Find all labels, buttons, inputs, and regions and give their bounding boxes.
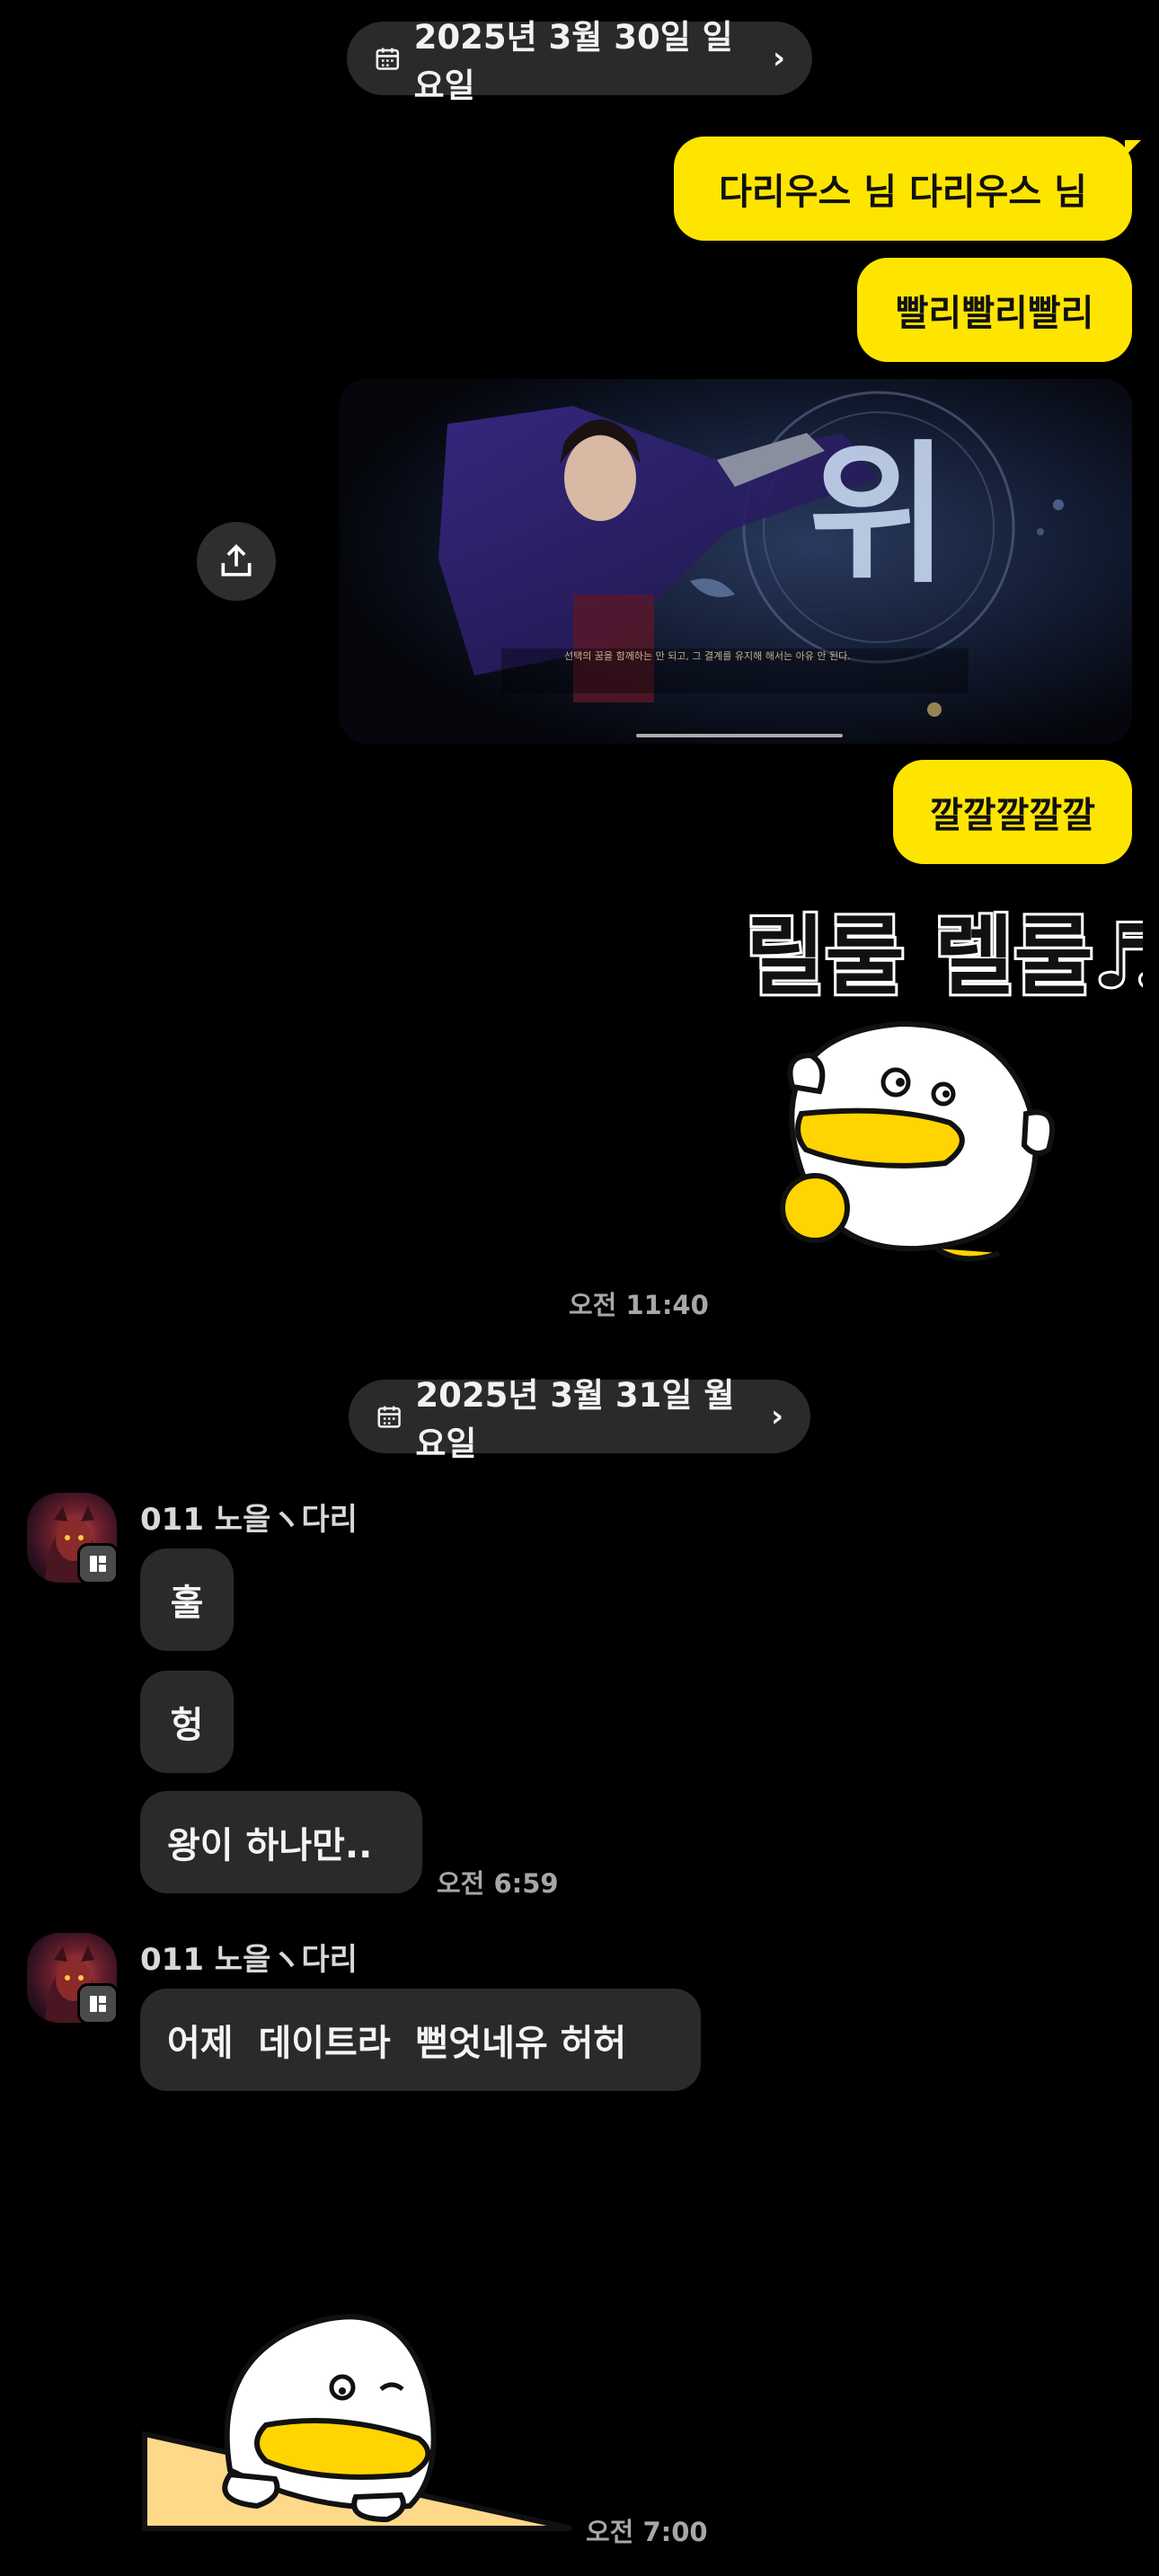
chevron-right-icon: › [770, 1398, 783, 1434]
sender-name: 011 노을ヽ다리 [140, 1942, 358, 1978]
calendar-icon [377, 1406, 401, 1428]
image-message[interactable]: 위 선택의 꿈을 함께하는 만 되고, 그 결계를 유지해 해서는 아유 안 된… [340, 379, 1132, 744]
chevron-right-icon: › [772, 40, 785, 76]
message-text: 훌 [170, 1583, 204, 1624]
sticker-duck-peeking[interactable] [140, 2254, 572, 2538]
my-message-bubble[interactable]: 깔깔깔깔깔 [893, 760, 1132, 864]
game-screenshot-image: 위 선택의 꿈을 함께하는 만 되고, 그 결계를 유지해 해서는 아유 안 된… [340, 379, 1132, 744]
chat-app-badge-icon [77, 1543, 119, 1584]
share-button[interactable] [197, 522, 276, 601]
my-message-bubble[interactable]: 빨리빨리빨리 [857, 258, 1132, 362]
date-label: 2025년 3월 31일 월요일 [415, 1376, 735, 1463]
message-text: 다리우스 님 다리우스 님 [719, 172, 1087, 213]
bubble-tail [1125, 140, 1141, 156]
message-timestamp: 오전 7:00 [586, 2517, 708, 2547]
message-text: 빨리빨리빨리 [895, 293, 1094, 334]
message-timestamp: 오전 11:40 [569, 1290, 709, 1320]
date-label: 2025년 3월 30일 일요일 [413, 18, 733, 105]
image-caption: 선택의 꿈을 함께하는 만 되고, 그 결계를 유지해 해서는 아유 안 된다. [564, 649, 851, 662]
sticker-duck-waving[interactable]: 릴룰 렐룰♬ [730, 898, 1159, 1293]
message-text: 왕이 하나만.. [167, 1825, 373, 1866]
date-divider[interactable]: 2025년 3월 31일 월요일 › [349, 1376, 810, 1463]
their-message-bubble[interactable]: 훌 [140, 1548, 234, 1651]
their-message-bubble[interactable]: 왕이 하나만.. [140, 1791, 422, 1893]
their-message-bubble[interactable]: 헝 [140, 1671, 234, 1773]
sticker-text: 릴룰 렐룰♬ [746, 906, 1143, 1007]
share-upload-icon [221, 543, 252, 577]
message-timestamp: 오전 6:59 [437, 1868, 559, 1899]
message-text: 어제 데이트라 뻗엇네유 허허 [167, 2023, 627, 2064]
message-text: 헝 [170, 1705, 204, 1746]
chat-app-badge-icon [77, 1983, 119, 2025]
calendar-icon [376, 48, 400, 70]
my-message-bubble[interactable]: 다리우스 님 다리우스 님 [674, 137, 1132, 241]
date-divider[interactable]: 2025년 3월 30일 일요일 › [347, 18, 812, 105]
their-message-bubble[interactable]: 어제 데이트라 뻗엇네유 허허 [140, 1989, 701, 2091]
sender-name: 011 노을ヽ다리 [140, 1502, 358, 1538]
message-text: 깔깔깔깔깔 [930, 795, 1095, 836]
image-glyph: 위 [809, 427, 949, 604]
